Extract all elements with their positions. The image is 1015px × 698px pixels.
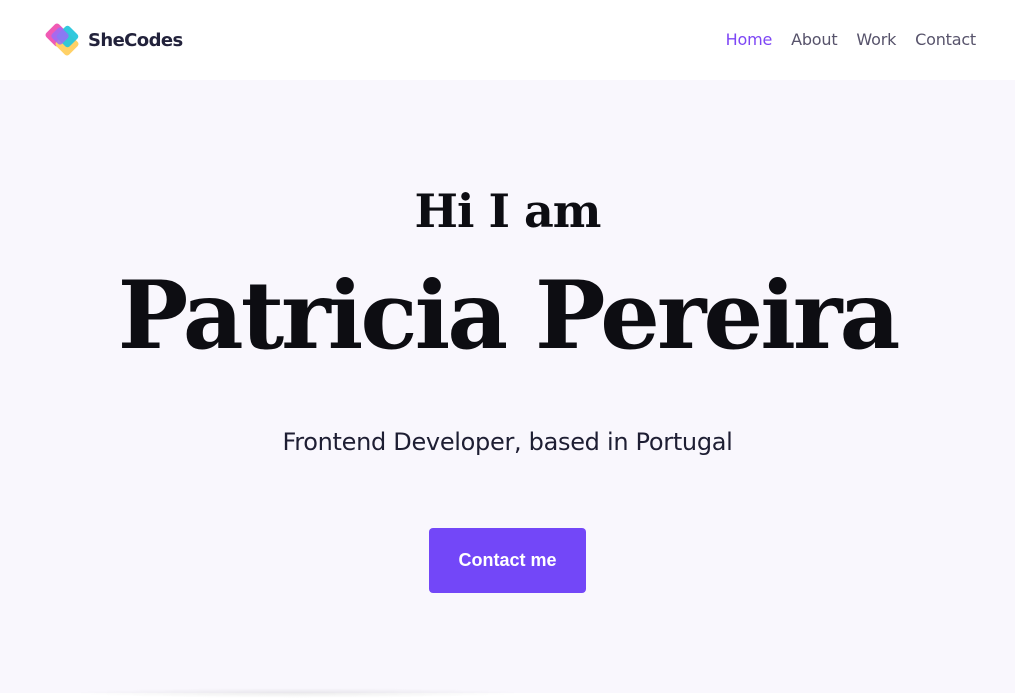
hero-name: Patricia Pereira xyxy=(117,261,901,371)
hero-greeting: Hi I am xyxy=(414,184,602,238)
nav-item-work[interactable]: Work xyxy=(856,30,896,49)
hero-subtitle: Frontend Developer, based in Portugal xyxy=(282,428,733,456)
main-nav: Home About Work Contact xyxy=(726,30,977,49)
brand-logo[interactable]: SheCodes xyxy=(42,20,183,60)
navbar: SheCodes Home About Work Contact xyxy=(0,0,1015,80)
nav-item-about[interactable]: About xyxy=(791,30,838,49)
nav-item-contact[interactable]: Contact xyxy=(915,30,976,49)
hero-section: Hi I am Patricia Pereira Frontend Develo… xyxy=(0,80,1015,693)
shecodes-logo-icon xyxy=(42,20,86,60)
nav-item-home[interactable]: Home xyxy=(726,30,773,49)
section-divider-shadow xyxy=(70,688,525,698)
brand-name: SheCodes xyxy=(88,29,183,51)
contact-me-button[interactable]: Contact me xyxy=(429,528,586,593)
